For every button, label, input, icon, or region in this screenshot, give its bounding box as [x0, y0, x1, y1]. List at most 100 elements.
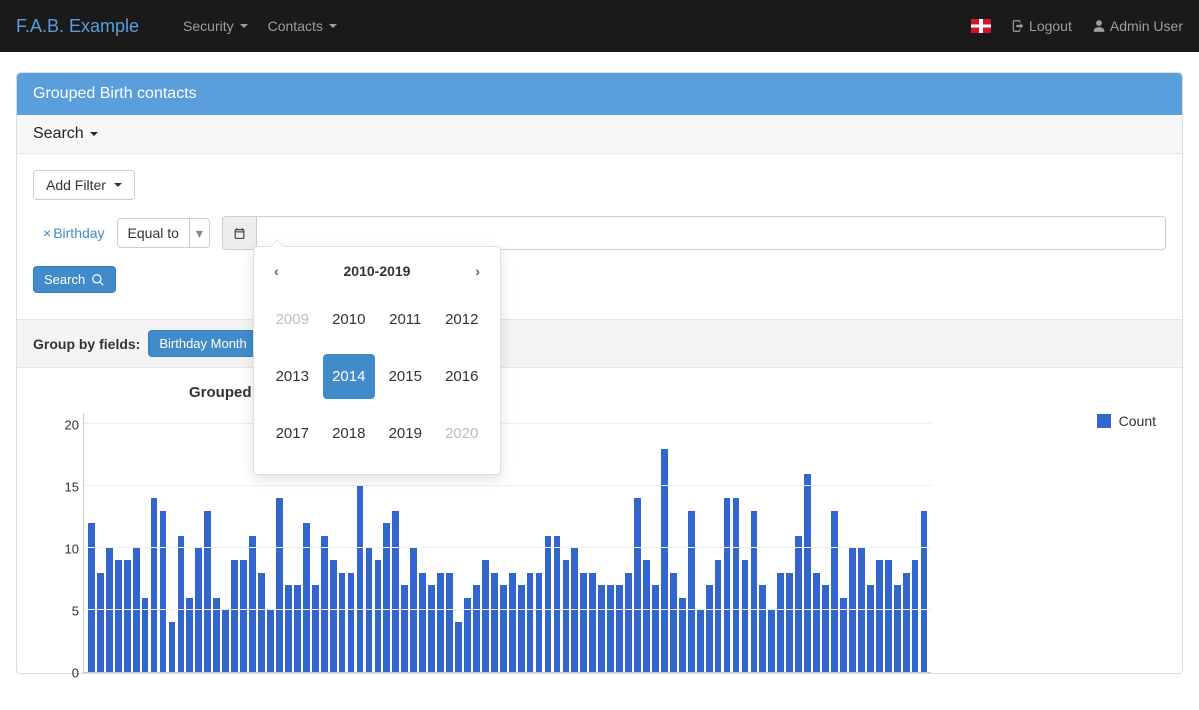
bar	[500, 585, 507, 672]
bar	[589, 573, 596, 672]
groupby-bar: Group by fields: Birthday Month	[17, 319, 1182, 368]
bar	[178, 536, 185, 672]
bar	[375, 560, 382, 672]
gridline	[84, 423, 931, 424]
operator-select[interactable]: Equal to ▾	[117, 218, 210, 248]
filter-remove-link[interactable]: × Birthday	[43, 225, 105, 241]
datepicker-next-button[interactable]: ›	[469, 263, 486, 279]
y-tick: 10	[65, 542, 79, 557]
bar	[348, 573, 355, 672]
bar	[715, 560, 722, 672]
datepicker-year-2010[interactable]: 2010	[323, 297, 376, 342]
bar	[616, 585, 623, 672]
legend-swatch	[1097, 414, 1111, 428]
datepicker-year-2013[interactable]: 2013	[266, 354, 319, 399]
bar	[509, 573, 516, 672]
bar	[876, 560, 883, 672]
datepicker-year-2019[interactable]: 2019	[379, 411, 432, 456]
bar	[419, 573, 426, 672]
bar	[294, 585, 301, 672]
search-button-label: Search	[44, 272, 85, 287]
bar	[768, 610, 775, 672]
datepicker-year-2020[interactable]: 2020	[436, 411, 489, 456]
bar	[231, 560, 238, 672]
y-tick: 20	[65, 418, 79, 433]
bar	[330, 560, 337, 672]
bar	[518, 585, 525, 672]
bar	[625, 573, 632, 672]
datepicker-grid: 2009201020112012 2013201420152016 20172018…	[264, 291, 490, 464]
bar	[670, 573, 677, 672]
menu-contacts[interactable]: Contacts	[268, 18, 337, 34]
datepicker-year-2011[interactable]: 2011	[379, 297, 432, 342]
bar	[706, 585, 713, 672]
language-flag-icon[interactable]	[971, 19, 991, 33]
bar	[151, 498, 158, 672]
bar	[733, 498, 740, 672]
datepicker-year-2012[interactable]: 2012	[436, 297, 489, 342]
bar	[598, 585, 605, 672]
panel-heading: Grouped Birth contacts	[17, 73, 1182, 115]
menu-security-label: Security	[183, 18, 234, 34]
bar	[580, 573, 587, 672]
bar	[643, 560, 650, 672]
navbar: F.A.B. Example Security Contacts Logout …	[0, 0, 1199, 52]
logout-link[interactable]: Logout	[1011, 18, 1072, 34]
filter-field-label: Birthday	[53, 225, 104, 241]
bar	[885, 560, 892, 672]
bars-container	[88, 413, 927, 672]
datepicker-year-2014[interactable]: 2014	[323, 354, 376, 399]
bar	[652, 585, 659, 672]
bar	[554, 536, 561, 672]
search-button[interactable]: Search	[33, 266, 116, 293]
bar	[88, 523, 95, 672]
y-tick: 5	[72, 604, 79, 619]
bar	[491, 573, 498, 672]
bar	[688, 511, 695, 672]
bar	[849, 548, 856, 672]
bar	[222, 610, 229, 672]
filter-row: × Birthday Equal to ▾	[43, 216, 1166, 250]
plot-area	[83, 413, 931, 673]
bar	[285, 585, 292, 672]
datepicker-year-2018[interactable]: 2018	[323, 411, 376, 456]
bar	[786, 573, 793, 672]
bar	[106, 548, 113, 672]
bar	[258, 573, 265, 672]
datepicker-year-2015[interactable]: 2015	[379, 354, 432, 399]
bar	[482, 560, 489, 672]
bar	[303, 523, 310, 672]
calendar-addon[interactable]	[222, 216, 257, 250]
date-input[interactable]	[257, 216, 1166, 250]
panel-body: Add Filter × Birthday Equal to ▾	[17, 154, 1182, 309]
groupby-option-0[interactable]: Birthday Month	[148, 330, 257, 357]
user-menu[interactable]: Admin User	[1092, 18, 1183, 34]
datepicker-prev-button[interactable]: ‹	[268, 263, 285, 279]
bar	[777, 573, 784, 672]
user-label: Admin User	[1110, 18, 1183, 34]
bar	[751, 511, 758, 672]
bar	[894, 585, 901, 672]
bar	[133, 548, 140, 672]
brand-link[interactable]: F.A.B. Example	[16, 16, 139, 37]
bar	[822, 585, 829, 672]
search-toggle[interactable]: Search	[17, 115, 1182, 154]
bar	[634, 498, 641, 672]
legend: Count	[1097, 413, 1156, 429]
logout-icon	[1011, 19, 1025, 33]
y-tick: 15	[65, 480, 79, 495]
bar	[527, 573, 534, 672]
bar	[357, 486, 364, 672]
datepicker-year-2017[interactable]: 2017	[266, 411, 319, 456]
close-icon: ×	[43, 225, 51, 241]
bar	[795, 536, 802, 672]
datepicker-year-2016[interactable]: 2016	[436, 354, 489, 399]
bar	[366, 548, 373, 672]
menu-security[interactable]: Security	[183, 18, 248, 34]
datepicker-range-label[interactable]: 2010-2019	[344, 263, 411, 279]
bar	[813, 573, 820, 672]
operator-value: Equal to	[117, 218, 190, 248]
datepicker-year-2009[interactable]: 2009	[266, 297, 319, 342]
add-filter-button[interactable]: Add Filter	[33, 170, 135, 200]
bar	[912, 560, 919, 672]
